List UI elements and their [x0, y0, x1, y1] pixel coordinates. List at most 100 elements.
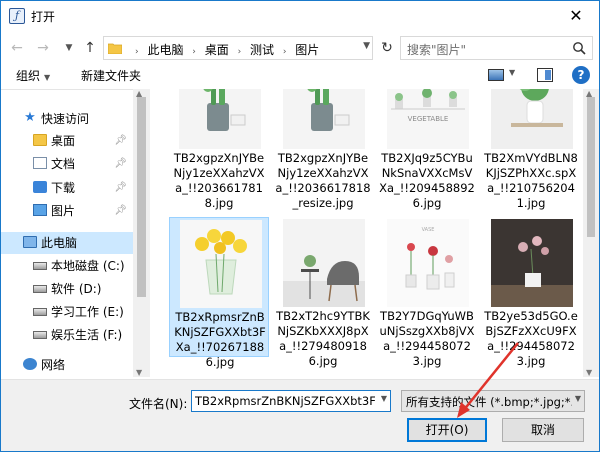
sidebar-item-documents[interactable]: 文档 📌︎ [1, 153, 133, 175]
chevron-down-icon[interactable]: ▼ [575, 394, 581, 403]
breadcrumb-chevron-icon: › [237, 47, 242, 57]
scroll-down-icon[interactable]: ▼ [586, 368, 592, 377]
file-name: TB2xRpmsrZnBKNjSZFGXXbt3FXa_!!702671886.… [174, 310, 266, 369]
view-mode-icon[interactable] [488, 69, 504, 81]
file-thumbnail [491, 89, 573, 149]
search-icon [573, 42, 586, 55]
up-arrow-icon[interactable]: ↑ [80, 39, 100, 57]
new-folder-button[interactable]: 新建文件夹 [81, 67, 141, 84]
breadcrumb-item[interactable]: 桌面 [205, 43, 229, 57]
folder-icon [108, 43, 122, 54]
file-thumbnail [283, 89, 365, 149]
drive-icon [33, 308, 47, 316]
file-list-scrollbar[interactable]: ▲ ▼ [583, 89, 599, 377]
chevron-down-icon[interactable]: ▼ [381, 394, 387, 403]
file-item[interactable]: VEGETABLE TB2XJq9z5CYBuNkSnaVXXcMsVXa_!!… [377, 89, 477, 210]
title-bar: ƒ 打开 ✕ [1, 1, 599, 31]
pin-icon[interactable]: 📌︎ [114, 200, 127, 222]
file-thumbnail: VEGETABLE [387, 89, 469, 149]
preview-pane-icon[interactable] [537, 68, 553, 82]
file-thumbnail [491, 219, 573, 307]
file-name: TB2xgpzXnJYBeNjy1zeXXahzVXa_!!2036617818… [173, 151, 265, 210]
refresh-icon[interactable]: ↻ [376, 36, 398, 60]
pin-icon[interactable]: 📌︎ [114, 153, 127, 175]
file-item-selected[interactable]: TB2xRpmsrZnBKNjSZFGXXbt3FXa_!!702671886.… [169, 217, 269, 369]
document-icon [33, 157, 47, 169]
pin-icon[interactable]: 📌︎ [114, 130, 127, 152]
scroll-down-icon[interactable]: ▼ [136, 368, 142, 377]
close-button[interactable]: ✕ [553, 1, 599, 31]
organize-button[interactable]: 组织 ▼ [16, 67, 50, 84]
star-icon: ★ [24, 110, 36, 125]
breadcrumb-item[interactable]: 此电脑 [147, 43, 183, 57]
sidebar-item-desktop[interactable]: 桌面 📌︎ [1, 130, 133, 152]
navigation-scrollbar[interactable]: ▲ ▼ [133, 89, 150, 377]
drive-icon [33, 285, 47, 293]
forward-arrow-icon[interactable]: → [33, 39, 53, 57]
pin-icon[interactable]: 📌︎ [114, 177, 127, 199]
sidebar-item-quick-access[interactable]: ★ 快速访问 [1, 108, 133, 130]
search-input[interactable]: 搜索"图片" [400, 36, 593, 60]
address-row: ← → ▼ ↑ › 此电脑 › 桌面 › 测试 › 图片 ▼ ↻ 搜索"图片" [1, 31, 599, 65]
thumbnail-caption: VASE [422, 227, 435, 233]
sidebar-item-drive-c[interactable]: 本地磁盘 (C:) [1, 255, 133, 277]
sidebar-item-pictures[interactable]: 图片 📌︎ [1, 200, 133, 222]
file-item[interactable]: TB2xgpzXnJYBeNjy1zeXXahzVXa_!!2036617818… [169, 89, 269, 210]
network-icon [23, 358, 37, 370]
open-file-dialog: ƒ 打开 ✕ ← → ▼ ↑ › 此电脑 › 桌面 › 测试 › 图片 ▼ ↻ … [0, 0, 600, 452]
download-icon [33, 181, 47, 193]
sidebar-item-network[interactable]: 网络 [1, 354, 133, 376]
drive-icon [33, 262, 47, 270]
app-icon: ƒ [9, 8, 25, 24]
folder-icon [33, 134, 47, 146]
pictures-icon [33, 204, 47, 216]
computer-icon [23, 236, 37, 248]
dialog-footer: 文件名(N): TB2xRpmsrZnBKNjSZFGXXbt3FXa ▼ 所有… [1, 379, 599, 451]
back-arrow-icon[interactable]: ← [7, 39, 27, 57]
cancel-button[interactable]: 取消 [502, 418, 584, 442]
breadcrumb-chevron-icon: › [135, 47, 139, 57]
file-thumbnail: VASE [387, 219, 469, 307]
sidebar-item-downloads[interactable]: 下载 📌︎ [1, 177, 133, 199]
filename-field[interactable]: TB2xRpmsrZnBKNjSZFGXXbt3FXa ▼ [191, 390, 391, 412]
file-item[interactable]: VASE TB2Y7DGqYuWBuNjSszgXXb8jVXa_!!29445… [377, 217, 477, 368]
close-icon: ✕ [569, 6, 583, 25]
drive-icon [33, 331, 47, 339]
file-name: TB2xT2hc9YTBKNjSZKbXXXJ8pXa_!!2794809186… [276, 309, 370, 368]
file-name: TB2ye53d5GO.eBjSZFzXXcU9FXa_!!2944580723… [484, 309, 578, 368]
scroll-thumb[interactable] [137, 97, 146, 297]
thumbnail-caption: VEGETABLE [408, 115, 449, 123]
file-item[interactable]: TB2xgpzXnJYBeNjy1zeXXahzVXa_!!2036617818… [273, 89, 373, 210]
file-thumbnail [179, 89, 261, 149]
filetype-value: 所有支持的文件 (*.bmp;*.jpg;*. [406, 395, 572, 409]
chevron-down-icon: ▼ [44, 73, 51, 82]
open-button[interactable]: 打开(O) [407, 418, 487, 442]
breadcrumb-item[interactable]: 测试 [250, 43, 274, 57]
address-dropdown-icon[interactable]: ▼ [363, 41, 370, 51]
breadcrumb-chevron-icon: › [282, 47, 287, 57]
sidebar-item-drive-d[interactable]: 软件 (D:) [1, 278, 133, 300]
search-placeholder: 搜索"图片" [407, 43, 467, 57]
address-bar[interactable]: › 此电脑 › 桌面 › 测试 › 图片 ▼ [103, 36, 373, 60]
filename-label: 文件名(N): [129, 397, 188, 411]
file-item[interactable]: TB2xT2hc9YTBKNjSZKbXXXJ8pXa_!!2794809186… [273, 217, 373, 368]
file-item[interactable]: TB2XmVYdBLN8KJjSZPhXXc.spXa_!!2107562041… [481, 89, 581, 210]
recent-locations-chevron-icon[interactable]: ▼ [59, 39, 79, 57]
help-icon[interactable]: ? [572, 66, 590, 84]
file-thumbnail [180, 220, 262, 308]
sidebar-item-drive-e[interactable]: 学习工作 (E:) [1, 301, 133, 323]
window-title: 打开 [31, 10, 56, 24]
scroll-thumb[interactable] [587, 97, 595, 237]
file-item[interactable]: TB2ye53d5GO.eBjSZFzXXcU9FXa_!!2944580723… [481, 217, 581, 368]
breadcrumb-item[interactable]: 图片 [295, 43, 319, 57]
file-name: TB2xgpzXnJYBeNjy1zeXXahzVXa_!!2036617818… [275, 151, 371, 210]
file-thumbnail [283, 219, 365, 307]
file-name: TB2XmVYdBLN8KJjSZPhXXc.spXa_!!2107562041… [484, 151, 578, 210]
file-name: TB2Y7DGqYuWBuNjSszgXXb8jVXa_!!2944580723… [379, 309, 475, 368]
sidebar-item-drive-f[interactable]: 娱乐生活 (F:) [1, 324, 133, 346]
sidebar-item-this-pc[interactable]: 此电脑 [1, 232, 133, 254]
filetype-select[interactable]: 所有支持的文件 (*.bmp;*.jpg;*. ▼ [401, 390, 585, 412]
view-mode-chevron-icon[interactable]: ▼ [509, 68, 515, 77]
breadcrumb-chevron-icon: › [192, 47, 196, 57]
file-list: TB2xgpzXnJYBeNjy1zeXXahzVXa_!!2036617818… [151, 89, 583, 377]
